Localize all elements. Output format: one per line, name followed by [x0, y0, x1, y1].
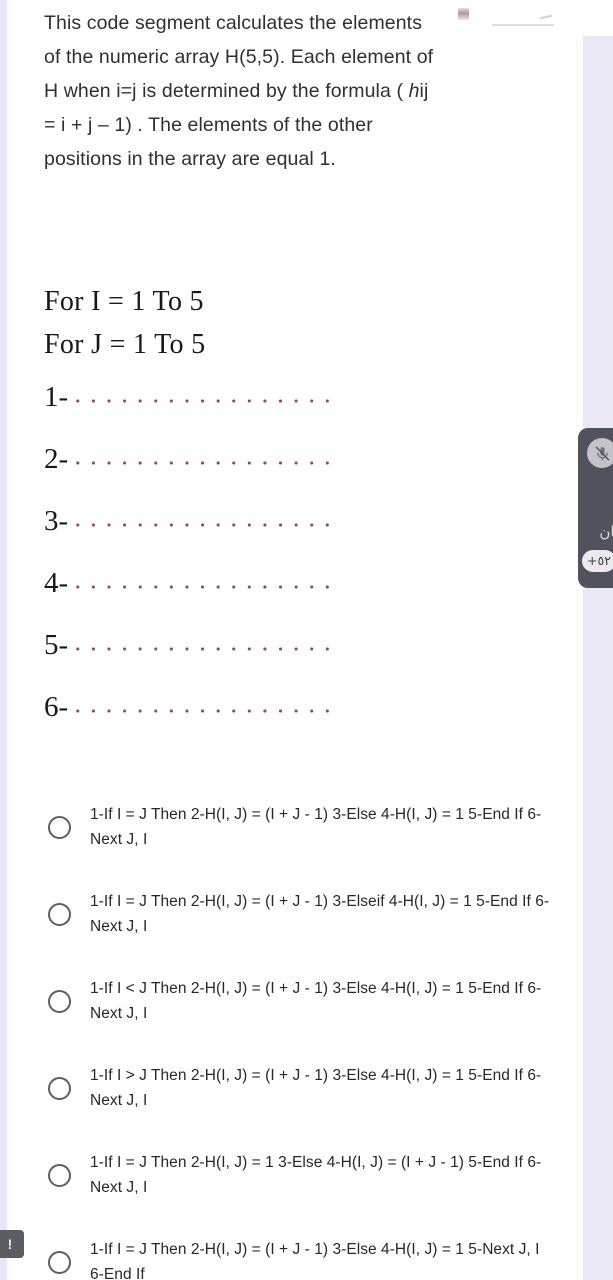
side-panel-count-badge[interactable]: +٥٢	[582, 550, 613, 572]
code-line-for-i: For I = 1 To 5	[44, 286, 204, 317]
answer-option-label: 1-If I > J Then 2-H(I, J) = (I + J - 1) …	[90, 1067, 542, 1109]
radio-button-4[interactable]	[48, 1077, 71, 1100]
question-prompt-italic: h	[408, 80, 420, 102]
blank-line: 5-	[44, 614, 444, 676]
blank-dotted-rule	[70, 647, 339, 651]
blank-dotted-rule	[70, 399, 339, 403]
blank-number: 1-	[44, 381, 69, 413]
blank-number: 3-	[44, 505, 69, 537]
blank-dotted-rule	[70, 461, 339, 465]
radio-button-5[interactable]	[48, 1164, 71, 1187]
feedback-handle-icon[interactable]: !	[0, 1230, 24, 1258]
floating-side-panel[interactable]: مان +٥٢	[578, 428, 613, 588]
code-block: For I = 1 To 5 For J = 1 To 5 1- 2- 3- 4…	[44, 280, 444, 738]
answer-option-6[interactable]: 1-If I = J Then 2-H(I, J) = (I + J - 1) …	[0, 1219, 583, 1280]
blank-dotted-rule	[70, 523, 339, 527]
feedback-handle-glyph: !	[7, 1236, 13, 1252]
top-right-overlay-card	[576, 0, 613, 36]
page-gutter-right	[583, 0, 613, 1280]
radio-button-6[interactable]	[48, 1251, 71, 1274]
answer-option-label: 1-If I = J Then 2-H(I, J) = 1 3-Else 4-H…	[90, 1154, 542, 1196]
answer-option-label: 1-If I = J Then 2-H(I, J) = (I + J - 1) …	[90, 893, 550, 935]
answer-option-4[interactable]: 1-If I > J Then 2-H(I, J) = (I + J - 1) …	[0, 1045, 583, 1132]
screenshot-root: This code segment calculates the element…	[0, 0, 613, 1280]
blank-line: 2-	[44, 428, 444, 490]
side-panel-label: مان	[599, 523, 613, 541]
blank-number: 6-	[44, 691, 69, 723]
blank-number: 2-	[44, 443, 69, 475]
question-prompt: This code segment calculates the element…	[44, 6, 444, 176]
microphone-muted-icon[interactable]	[587, 438, 613, 468]
top-faint-marker-icon	[458, 8, 469, 20]
radio-button-1[interactable]	[48, 816, 71, 839]
answer-options-list: 1-If I = J Then 2-H(I, J) = (I + J - 1) …	[0, 784, 583, 1280]
blank-line: 1-	[44, 366, 444, 428]
top-faint-rule	[492, 24, 554, 26]
answer-option-3[interactable]: 1-If I < J Then 2-H(I, J) = (I + J - 1) …	[0, 958, 583, 1045]
blank-dotted-rule	[70, 709, 339, 713]
answer-option-label: 1-If I < J Then 2-H(I, J) = (I + J - 1) …	[90, 980, 542, 1022]
radio-button-3[interactable]	[48, 990, 71, 1013]
answer-option-2[interactable]: 1-If I = J Then 2-H(I, J) = (I + J - 1) …	[0, 871, 583, 958]
blank-dotted-rule	[70, 585, 339, 589]
blank-line: 6-	[44, 676, 444, 738]
blank-number: 5-	[44, 629, 69, 661]
answer-option-label: 1-If I = J Then 2-H(I, J) = (I + J - 1) …	[90, 806, 542, 848]
blank-line: 4-	[44, 552, 444, 614]
radio-button-2[interactable]	[48, 903, 71, 926]
answer-option-1[interactable]: 1-If I = J Then 2-H(I, J) = (I + J - 1) …	[0, 784, 583, 871]
answer-option-5[interactable]: 1-If I = J Then 2-H(I, J) = 1 3-Else 4-H…	[0, 1132, 583, 1219]
question-prompt-part1: This code segment calculates the element…	[44, 12, 434, 102]
blank-line: 3-	[44, 490, 444, 552]
code-line-for-j: For J = 1 To 5	[44, 329, 206, 360]
answer-option-label: 1-If I = J Then 2-H(I, J) = (I + J - 1) …	[90, 1241, 540, 1280]
blank-number: 4-	[44, 567, 69, 599]
